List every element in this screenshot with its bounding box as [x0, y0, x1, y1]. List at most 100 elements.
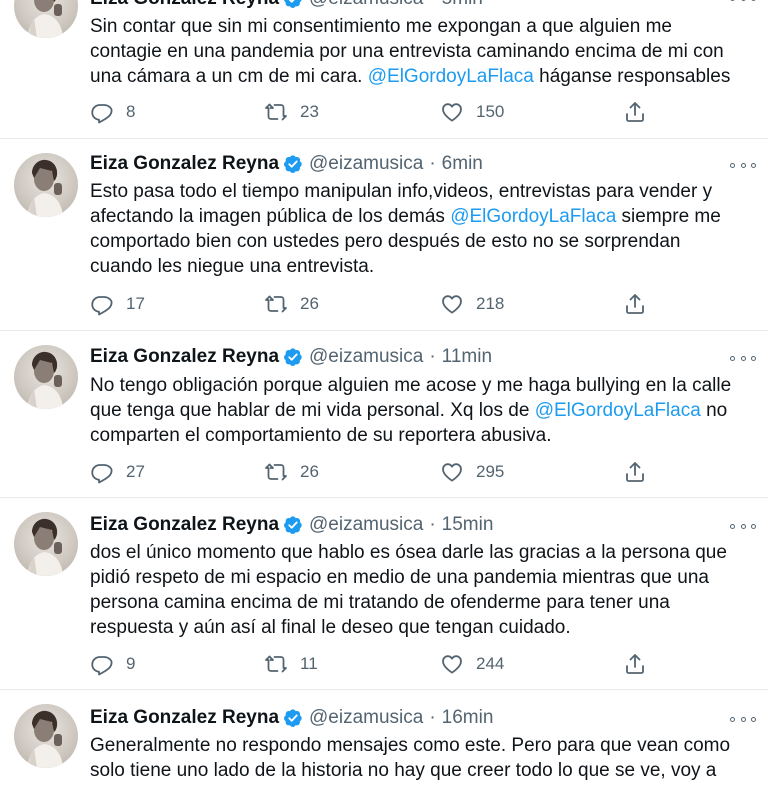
- tweet-card[interactable]: Eiza Gonzalez Reyna @eizamusica · 6min E…: [0, 139, 768, 331]
- retweet-icon: [264, 652, 288, 676]
- reply-count: 8: [126, 102, 136, 121]
- author-handle[interactable]: @eizamusica: [309, 0, 423, 10]
- reply-count: 17: [126, 294, 145, 313]
- separator-dot: ·: [429, 514, 436, 535]
- more-icon[interactable]: [730, 0, 756, 8]
- retweet-count: 26: [300, 294, 319, 313]
- like-button[interactable]: 218: [440, 292, 504, 316]
- tweet-text-line: No tengo obligación porque alguien me ac…: [90, 375, 732, 396]
- verified-badge-icon: [283, 0, 303, 9]
- mention-link[interactable]: @ElGordoyLaFlaca: [368, 66, 534, 87]
- retweet-button[interactable]: 11: [264, 652, 318, 676]
- avatar[interactable]: [14, 512, 78, 576]
- tweet-time[interactable]: 15min: [442, 514, 494, 536]
- tweet-time[interactable]: 16min: [442, 707, 494, 729]
- like-icon: [440, 460, 464, 484]
- share-button[interactable]: [623, 460, 647, 484]
- author-handle[interactable]: @eizamusica: [309, 153, 423, 175]
- like-button[interactable]: 150: [440, 100, 504, 124]
- share-button[interactable]: [623, 652, 647, 676]
- tweet-actions: 9 11 244: [90, 652, 650, 676]
- author-handle[interactable]: @eizamusica: [309, 514, 423, 536]
- tweet-text-line: afectando la imagen pública de los demás…: [90, 204, 750, 229]
- retweet-count: 26: [300, 462, 319, 481]
- tweet-text-line: contagie en una pandemia por una entrevi…: [90, 41, 724, 62]
- tweet-text: Sin contar que sin mi consentimiento me …: [90, 14, 750, 89]
- tweet-text-segment: afectando la imagen pública de los demás: [90, 206, 451, 227]
- author-name[interactable]: Eiza Gonzalez Reyna: [90, 514, 279, 536]
- tweet-text-line: dos el único momento que hablo es ósea d…: [90, 542, 727, 563]
- share-icon: [623, 460, 647, 484]
- share-icon: [623, 100, 647, 124]
- tweet-text-line: comparten el comportamiento de su report…: [90, 425, 552, 446]
- share-button[interactable]: [623, 292, 647, 316]
- tweet-header: Eiza Gonzalez Reyna @eizamusica · 5min: [90, 0, 483, 12]
- avatar[interactable]: [14, 345, 78, 409]
- more-icon[interactable]: [730, 709, 756, 729]
- reply-button[interactable]: 27: [90, 460, 145, 484]
- reply-count: 27: [126, 462, 145, 481]
- separator-dot: ·: [429, 346, 436, 367]
- like-icon: [440, 100, 464, 124]
- reply-icon: [90, 100, 114, 124]
- more-icon[interactable]: [730, 516, 756, 536]
- verified-badge-icon: [283, 154, 303, 174]
- tweet-text-line: pidió respeto de mi espacio en medio de …: [90, 567, 709, 588]
- author-name[interactable]: Eiza Gonzalez Reyna: [90, 153, 279, 175]
- retweet-icon: [264, 100, 288, 124]
- tweet-card[interactable]: Eiza Gonzalez Reyna @eizamusica · 15min …: [0, 498, 768, 690]
- tweet-time[interactable]: 6min: [442, 153, 483, 175]
- avatar[interactable]: [14, 153, 78, 217]
- tweet-text: No tengo obligación porque alguien me ac…: [90, 373, 750, 448]
- tweet-text: Generalmente no respondo mensajes como e…: [90, 733, 750, 783]
- tweet-time[interactable]: 5min: [442, 0, 483, 10]
- retweet-button[interactable]: 23: [264, 100, 319, 124]
- avatar[interactable]: [14, 704, 78, 768]
- like-icon: [440, 652, 464, 676]
- author-name[interactable]: Eiza Gonzalez Reyna: [90, 346, 279, 368]
- tweet-card[interactable]: Eiza Gonzalez Reyna @eizamusica · 11min …: [0, 331, 768, 498]
- tweet-text-line: Generalmente no respondo mensajes como e…: [90, 735, 731, 756]
- retweet-button[interactable]: 26: [264, 460, 319, 484]
- mention-link[interactable]: @ElGordoyLaFlaca: [535, 400, 701, 421]
- share-button[interactable]: [623, 100, 647, 124]
- like-button[interactable]: 295: [440, 460, 504, 484]
- verified-badge-icon: [283, 708, 303, 728]
- tweet-card[interactable]: Eiza Gonzalez Reyna @eizamusica · 16min …: [0, 690, 768, 790]
- tweet-header: Eiza Gonzalez Reyna @eizamusica · 15min: [90, 512, 493, 538]
- tweet-text: Esto pasa todo el tiempo manipulan info,…: [90, 179, 750, 279]
- tweet-text-line: cuando les niegue una entrevista.: [90, 256, 375, 277]
- reply-icon: [90, 460, 114, 484]
- tweet-header: Eiza Gonzalez Reyna @eizamusica · 11min: [90, 344, 492, 370]
- verified-badge-icon: [283, 515, 303, 535]
- reply-icon: [90, 652, 114, 676]
- tweet-text-line: solo tiene uno lado de la historia no ha…: [90, 760, 717, 781]
- tweet-text-line: una cámara a un cm de mi cara. @ElGordoy…: [90, 64, 750, 89]
- tweet-time[interactable]: 11min: [442, 346, 492, 368]
- like-count: 244: [476, 654, 505, 673]
- like-count: 295: [476, 462, 505, 481]
- like-icon: [440, 292, 464, 316]
- reply-count: 9: [126, 654, 136, 673]
- tweet-actions: 17 26 218: [90, 292, 650, 316]
- retweet-button[interactable]: 26: [264, 292, 319, 316]
- retweet-icon: [264, 460, 288, 484]
- retweet-icon: [264, 292, 288, 316]
- reply-button[interactable]: 17: [90, 292, 145, 316]
- tweet-card[interactable]: Eiza Gonzalez Reyna @eizamusica · 5min S…: [0, 0, 768, 139]
- retweet-count: 11: [300, 654, 318, 673]
- like-count: 218: [476, 294, 505, 313]
- share-icon: [623, 292, 647, 316]
- avatar[interactable]: [14, 0, 78, 38]
- like-button[interactable]: 244: [440, 652, 504, 676]
- more-icon[interactable]: [730, 155, 756, 175]
- mention-link[interactable]: @ElGordoyLaFlaca: [450, 206, 616, 227]
- tweet-actions: 27 26 295: [90, 460, 650, 484]
- author-handle[interactable]: @eizamusica: [309, 707, 423, 729]
- author-handle[interactable]: @eizamusica: [309, 346, 423, 368]
- reply-button[interactable]: 8: [90, 100, 135, 124]
- author-name[interactable]: Eiza Gonzalez Reyna: [90, 0, 279, 10]
- more-icon[interactable]: [730, 348, 756, 368]
- reply-button[interactable]: 9: [90, 652, 135, 676]
- author-name[interactable]: Eiza Gonzalez Reyna: [90, 707, 279, 729]
